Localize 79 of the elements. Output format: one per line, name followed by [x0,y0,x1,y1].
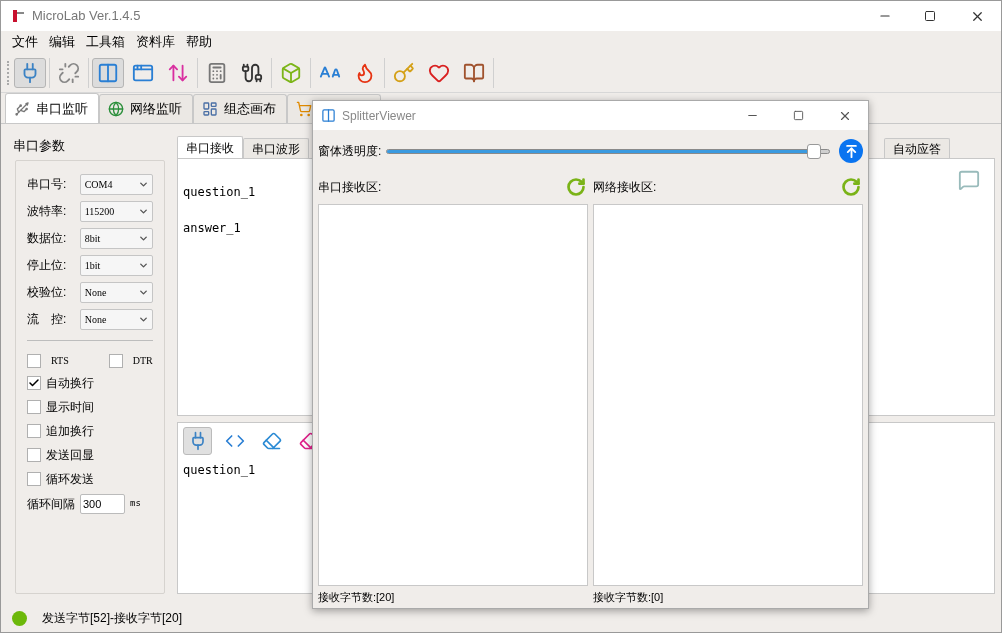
refresh-button[interactable] [841,177,861,197]
refresh-button[interactable] [566,177,586,197]
checkbox-label: 循环发送 [46,470,94,488]
dropdown[interactable]: 1bit [79,254,153,276]
book-icon [463,61,485,84]
globe-icon [108,101,124,117]
calculator-icon [206,61,228,84]
group-title: 串口参数 [13,137,66,155]
byte-count: 接收字节数:[0] [593,589,665,605]
maximize-icon[interactable] [924,10,936,22]
checkbox[interactable] [27,447,41,462]
received-line: answer_1 [183,220,241,237]
main-tab[interactable]: 组态画布 [193,94,287,123]
checkbox[interactable] [27,375,41,390]
checkbox[interactable] [27,471,41,486]
checkbox[interactable] [27,399,41,414]
checkbox-label: RTS [51,354,69,368]
interval-field[interactable]: 300 [80,493,125,514]
receive-tab[interactable]: 串口接收 [177,136,243,158]
field-label: 串口号: [27,176,68,193]
eraser-icon [261,431,282,451]
speech-icon[interactable] [958,169,980,191]
split-columns-icon [321,108,336,123]
menu-item[interactable]: 文件 [7,32,43,52]
connector-icon [14,100,30,117]
pane-label: 串口接收区: [318,179,383,196]
dropdown[interactable]: None [79,281,153,303]
dropdown[interactable]: None [79,308,153,330]
received-line: question_1 [183,184,256,201]
field-label: 数据位: [27,230,68,247]
key-icon [393,61,415,84]
byte-count: 接收字节数:[20] [318,589,396,605]
broken-link-icon [58,61,80,84]
send-text: question_1 [183,462,256,479]
columns-icon [97,61,119,84]
menu-item[interactable]: 资料库 [131,32,180,52]
checkbox-label: 追加换行 [46,422,94,440]
refresh-icon [566,177,586,197]
field-label: 流 控: [27,311,68,328]
opacity-label: 窗体透明度: [318,143,382,160]
unit-label: ms [130,496,141,510]
status-text: 发送字节[52]-接收字节[20] [42,610,183,627]
pin-top-button[interactable] [839,139,863,163]
refresh-icon [841,177,861,197]
dropdown[interactable]: COM4 [79,173,153,195]
check-icon [28,376,40,389]
dropdown[interactable]: 8bit [79,227,153,249]
receive-tab[interactable]: 自动应答 [884,138,950,158]
dropdown[interactable]: 115200 [79,200,153,222]
menu-item[interactable]: 帮助 [181,32,217,52]
checkbox[interactable] [27,423,41,438]
arrow-up-to-line-icon [843,143,859,159]
field-label: 循环间隔 [27,495,76,513]
main-tab[interactable]: 网络监听 [99,94,193,123]
opacity-slider[interactable] [386,143,830,159]
slider-thumb[interactable] [806,143,821,159]
field-label: 校验位: [27,284,68,301]
knife-icon [10,8,26,24]
checkbox-label: 自动换行 [46,374,94,392]
toolbar-grip [7,60,10,85]
canvas-icon [202,101,218,117]
checkbox[interactable] [108,353,123,368]
send-toolbar-button[interactable] [183,427,212,455]
window-title: MicroLab Ver.1.4.5 [32,7,141,26]
cable-icon [241,61,263,84]
dialog-title: SplitterViewer [342,107,416,125]
checkbox-label: 发送回显 [46,446,94,464]
pane-label: 网络接收区: [593,179,658,196]
checkbox-label: 显示时间 [46,398,94,416]
cube-icon [280,61,302,84]
field-label: 波特率: [27,203,68,220]
checkbox[interactable] [27,353,41,368]
cart-icon [296,101,312,117]
menu-item[interactable]: 编辑 [44,32,80,52]
field-label: 停止位: [27,257,68,274]
main-tab[interactable]: 串口监听 [5,93,99,123]
receive-tab[interactable]: 串口波形 [243,138,309,158]
checkbox-label: DTR [132,354,153,368]
menu-item[interactable]: 工具箱 [81,32,130,52]
